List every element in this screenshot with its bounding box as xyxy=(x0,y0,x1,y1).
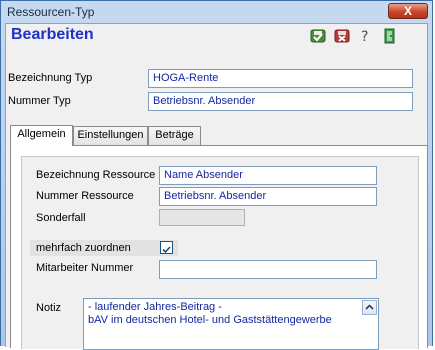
bezeichnung-typ-label: Bezeichnung Typ xyxy=(8,72,93,84)
close-button[interactable]: X xyxy=(388,3,428,19)
window-title: Ressourcen-Typ xyxy=(7,5,95,19)
notiz-label-text: Notiz xyxy=(36,302,62,314)
bezeichnung-ressource-field[interactable]: Name Absender xyxy=(159,166,377,185)
tab-allgemein[interactable]: Allgemein xyxy=(10,125,73,146)
tab-allgemein-label: Allgemein xyxy=(17,128,66,140)
general-group: Bezeichnung Ressource Name Absender Numm… xyxy=(21,156,419,350)
dialog-client: Bearbeiten ? Bezeichnung Typ HOGA-Rente … xyxy=(5,23,428,350)
nummer-typ-field[interactable]: Betriebsnr. Absender xyxy=(148,92,413,111)
nummer-typ-label: Nummer Typ xyxy=(8,95,71,107)
notiz-label: Notiz xyxy=(36,302,61,314)
bezeichnung-ressource-label: Bezeichnung Ressource xyxy=(36,169,156,181)
mehrfach-zuordnen-checkbox[interactable] xyxy=(160,241,173,254)
mitarbeiter-nummer-label: Mitarbeiter Nummer xyxy=(36,262,134,274)
svg-text:?: ? xyxy=(361,29,368,44)
help-icon[interactable]: ? xyxy=(358,28,374,45)
close-icon: X xyxy=(403,4,412,18)
notiz-line: bAV im deutschen Hotel- und Gaststätteng… xyxy=(88,314,332,326)
save-icon[interactable] xyxy=(310,28,326,44)
tab-betraege[interactable]: Beträge xyxy=(148,126,201,145)
tab-einstellungen-label: Einstellungen xyxy=(77,129,144,141)
checkmark-icon xyxy=(162,246,171,254)
title-bar[interactable]: Ressourcen-Typ X xyxy=(1,1,434,23)
mehrfach-zuordnen-label: mehrfach zuordnen xyxy=(36,242,131,254)
bezeichnung-typ-field[interactable]: HOGA-Rente xyxy=(148,69,413,88)
nummer-ressource-value: Betriebsnr. Absender xyxy=(164,190,267,202)
mitarbeiter-nummer-field[interactable] xyxy=(159,260,377,279)
sonderfall-label: Sonderfall xyxy=(36,212,86,224)
nummer-ressource-label: Nummer Ressource xyxy=(36,190,134,202)
nummer-typ-value: Betriebsnr. Absender xyxy=(153,95,256,107)
tab-betraege-label: Beträge xyxy=(155,129,194,141)
sonderfall-field xyxy=(159,209,245,226)
notiz-textarea[interactable]: - laufender Jahres-Beitrag - bAV im deut… xyxy=(83,298,379,350)
bezeichnung-typ-value: HOGA-Rente xyxy=(153,72,219,84)
notiz-line: - laufender Jahres-Beitrag - xyxy=(88,301,222,313)
chevron-up-icon xyxy=(365,304,374,310)
nummer-ressource-field[interactable]: Betriebsnr. Absender xyxy=(159,187,377,206)
tab-panel-allgemein: Bezeichnung Ressource Name Absender Numm… xyxy=(10,145,428,350)
page-title: Bearbeiten xyxy=(11,26,94,43)
scroll-up-button[interactable] xyxy=(362,300,377,315)
tab-einstellungen[interactable]: Einstellungen xyxy=(73,126,148,145)
exit-icon[interactable] xyxy=(382,28,398,44)
bezeichnung-ressource-value: Name Absender xyxy=(164,169,243,181)
cancel-icon[interactable] xyxy=(334,28,350,44)
dialog-window: Ressourcen-Typ X Bearbeiten ? Bezeichnun… xyxy=(0,0,434,350)
